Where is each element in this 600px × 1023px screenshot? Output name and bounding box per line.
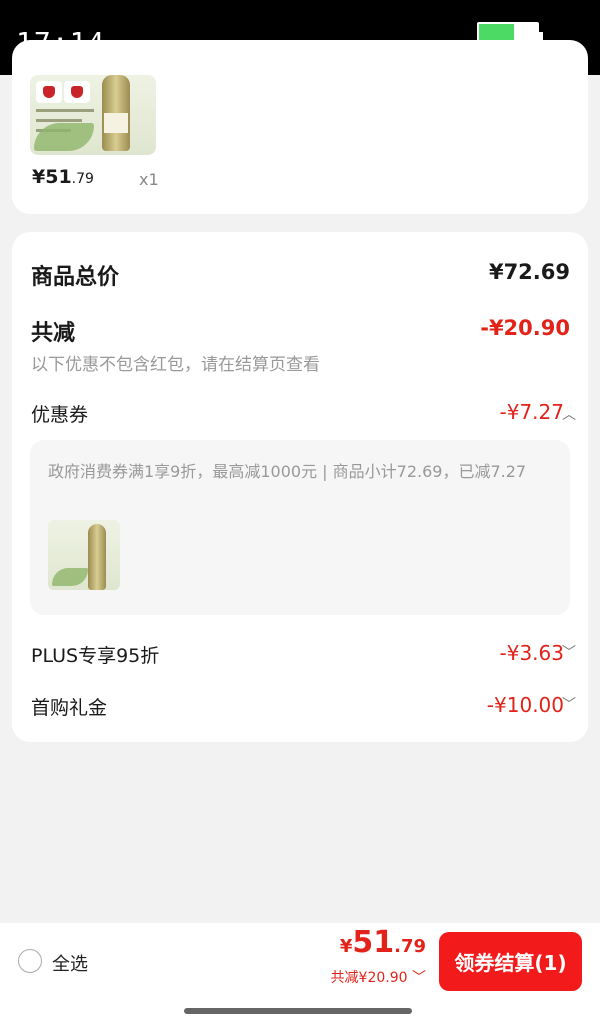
discount-value: -¥20.90 bbox=[480, 316, 570, 340]
select-all-label[interactable]: 全选 bbox=[52, 950, 88, 976]
chevron-down-icon[interactable]: ﹀ bbox=[562, 642, 576, 662]
chevron-down-icon[interactable]: ﹀ bbox=[562, 694, 576, 714]
total-price-label: 商品总价 bbox=[31, 265, 120, 290]
first-purchase-value[interactable]: -¥10.00 bbox=[487, 693, 564, 717]
plus-discount-value[interactable]: -¥3.63 bbox=[500, 641, 564, 665]
plus-discount-label[interactable]: PLUS专享95折 bbox=[31, 641, 159, 668]
discount-label: 共减 bbox=[31, 321, 76, 346]
total-price-value: ¥72.69 bbox=[488, 260, 570, 284]
product-image[interactable] bbox=[30, 75, 156, 155]
checkout-total: ¥51.79 bbox=[339, 925, 426, 960]
coupon-product-image bbox=[48, 520, 120, 590]
product-card[interactable] bbox=[12, 40, 588, 214]
first-purchase-label[interactable]: 首购礼金 bbox=[31, 693, 107, 720]
saved-amount[interactable]: 共减¥20.90 ﹀ bbox=[331, 967, 426, 987]
coupon-label[interactable]: 优惠券 bbox=[31, 400, 88, 427]
coupon-detail-text: 政府消费券满1享9折，最高减1000元 | 商品小计72.69，已减7.27 bbox=[48, 462, 527, 481]
price-summary-card: 商品总价 ¥72.69 共减 -¥20.90 以下优惠不包含红包，请在结算页查看… bbox=[12, 232, 588, 742]
product-quantity: x1 bbox=[139, 170, 159, 189]
checkout-button[interactable]: 领券结算(1) bbox=[439, 932, 582, 991]
shield-icon bbox=[64, 81, 90, 103]
discount-hint: 以下优惠不包含红包，请在结算页查看 bbox=[31, 355, 320, 375]
product-price: ¥51.79 bbox=[32, 166, 94, 188]
coupon-value[interactable]: -¥7.27 bbox=[500, 400, 564, 424]
select-all-radio[interactable] bbox=[18, 949, 42, 973]
wine-bottle-icon bbox=[88, 524, 106, 590]
chevron-up-icon[interactable]: ︿ bbox=[562, 404, 576, 424]
shield-icon bbox=[36, 81, 62, 103]
home-indicator[interactable] bbox=[184, 1008, 412, 1014]
coupon-detail-box: 政府消费券满1享9折，最高减1000元 | 商品小计72.69，已减7.27 bbox=[30, 440, 570, 615]
